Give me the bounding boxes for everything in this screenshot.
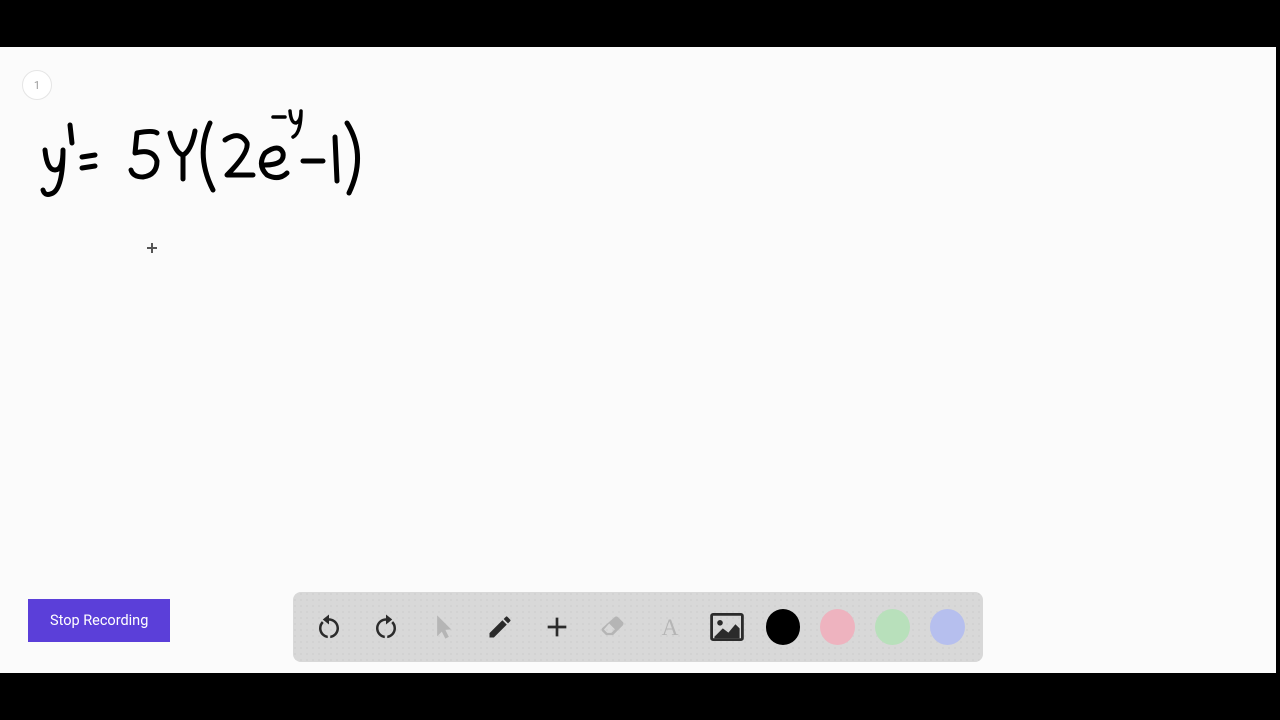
svg-text:A: A bbox=[662, 615, 679, 641]
image-icon bbox=[710, 613, 744, 641]
undo-icon bbox=[314, 612, 344, 642]
handwritten-equation bbox=[35, 95, 375, 205]
plus-icon bbox=[541, 611, 573, 643]
image-button[interactable] bbox=[709, 608, 746, 646]
page-number: 1 bbox=[34, 79, 40, 92]
text-icon: A bbox=[656, 613, 684, 641]
eraser-button[interactable] bbox=[595, 608, 632, 646]
redo-icon bbox=[371, 612, 401, 642]
stop-recording-button[interactable]: Stop Recording bbox=[28, 599, 170, 642]
color-blue[interactable] bbox=[930, 609, 965, 645]
color-black[interactable] bbox=[766, 609, 801, 645]
pointer-icon bbox=[429, 613, 457, 641]
crosshair-cursor bbox=[147, 243, 157, 253]
pencil-button[interactable] bbox=[481, 608, 518, 646]
undo-button[interactable] bbox=[311, 608, 348, 646]
stop-recording-label: Stop Recording bbox=[50, 612, 148, 629]
pencil-icon bbox=[486, 613, 514, 641]
color-green[interactable] bbox=[875, 609, 910, 645]
add-button[interactable] bbox=[538, 608, 575, 646]
drawing-toolbar: A bbox=[293, 592, 983, 662]
page-number-badge: 1 bbox=[22, 70, 52, 100]
pointer-button[interactable] bbox=[425, 608, 462, 646]
redo-button[interactable] bbox=[368, 608, 405, 646]
color-pink[interactable] bbox=[820, 609, 855, 645]
text-button[interactable]: A bbox=[652, 608, 689, 646]
eraser-icon bbox=[599, 613, 627, 641]
